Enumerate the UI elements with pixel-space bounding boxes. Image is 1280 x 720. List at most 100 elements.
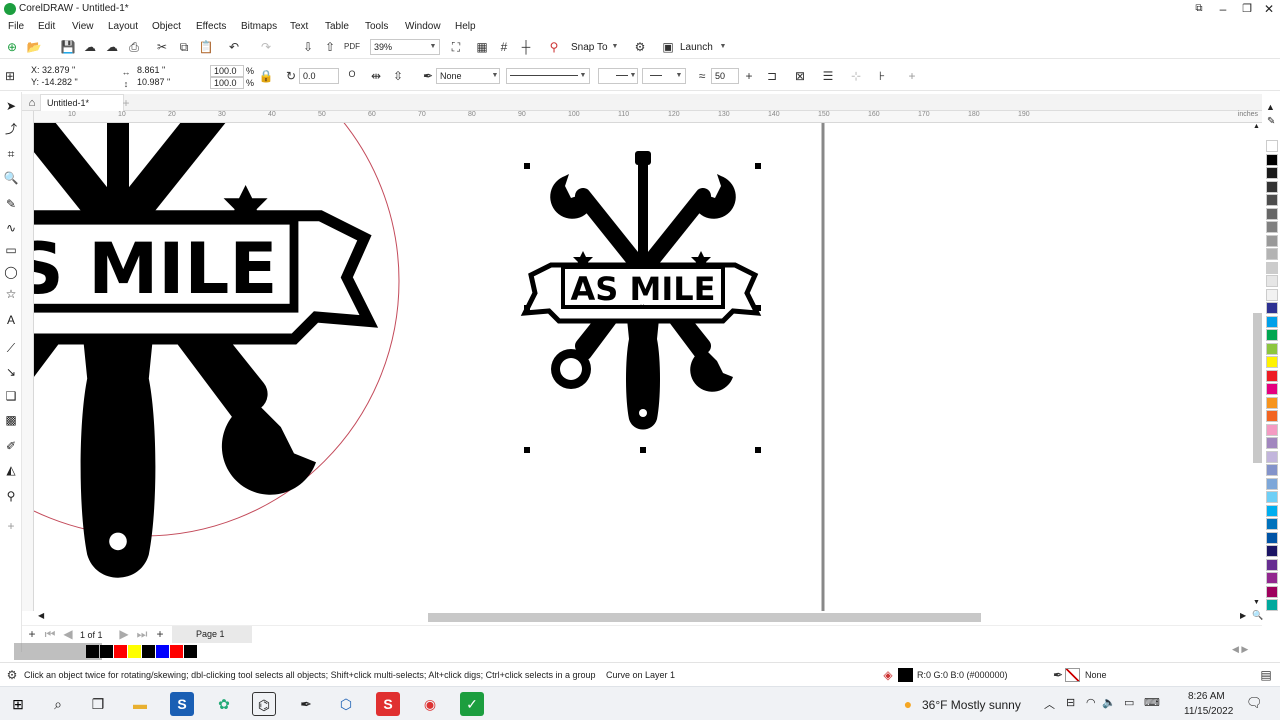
scale-width-field[interactable]: 100.0 bbox=[210, 65, 244, 77]
parallel-dimension-icon[interactable]: ⟋ bbox=[3, 340, 19, 356]
maximize-button[interactable]: ❐ bbox=[1236, 1, 1258, 17]
grid-icon[interactable]: # bbox=[496, 39, 512, 55]
rectangle-tool-icon[interactable]: ▭ bbox=[3, 242, 19, 258]
palette-swatch[interactable] bbox=[1266, 450, 1278, 463]
horizontal-scroll-thumb[interactable] bbox=[428, 613, 981, 622]
chevron-down-icon[interactable]: ▼ bbox=[490, 71, 500, 81]
minimize-button[interactable]: – bbox=[1212, 1, 1234, 17]
file-explorer-icon[interactable]: ▬ bbox=[128, 692, 152, 716]
menu-text[interactable]: Text bbox=[290, 21, 308, 32]
chevron-down-icon[interactable]: ▼ bbox=[428, 42, 438, 52]
document-palette-swatch[interactable] bbox=[86, 645, 99, 658]
palette-swatch[interactable] bbox=[1266, 140, 1278, 152]
palette-swatch[interactable] bbox=[1266, 369, 1278, 382]
rulers-icon[interactable]: ▦ bbox=[474, 39, 490, 55]
document-palette-swatch[interactable] bbox=[184, 645, 197, 658]
palette-swatch[interactable] bbox=[1266, 491, 1278, 503]
settings-gear-icon[interactable]: ⚙ bbox=[4, 667, 20, 683]
chevron-down-icon[interactable]: ▼ bbox=[578, 71, 588, 81]
document-palette-swatch[interactable] bbox=[170, 645, 183, 658]
new-document-icon[interactable]: ⊕ bbox=[4, 39, 20, 55]
palette-swatch[interactable] bbox=[1266, 545, 1278, 557]
palette-swatch[interactable] bbox=[1266, 167, 1278, 179]
snap-icon[interactable]: ⚲ bbox=[546, 39, 562, 55]
pdf-icon[interactable]: PDF bbox=[344, 39, 360, 55]
status-panel-icon[interactable]: ▤ bbox=[1258, 667, 1274, 683]
mirror-vertical-icon[interactable]: ⇳ bbox=[390, 68, 406, 84]
scroll-right-icon[interactable]: ▶ bbox=[1240, 611, 1246, 620]
fill-color-swatch[interactable] bbox=[898, 668, 913, 682]
menu-window[interactable]: Window bbox=[405, 21, 441, 32]
tray-battery-icon[interactable]: ▭ bbox=[1124, 696, 1134, 709]
document-palette-swatch[interactable] bbox=[128, 645, 141, 658]
vertical-ruler[interactable] bbox=[22, 111, 34, 611]
menu-layout[interactable]: Layout bbox=[108, 21, 138, 32]
zoom-icon[interactable]: 🔍 bbox=[1252, 610, 1263, 621]
menu-object[interactable]: Object bbox=[152, 21, 181, 32]
palette-swatch[interactable] bbox=[1266, 558, 1278, 571]
full-screen-icon[interactable]: ⛶ bbox=[448, 39, 464, 55]
cloud-upload-icon[interactable]: ☁ bbox=[104, 39, 120, 55]
tray-language-icon[interactable]: ⌨ bbox=[1144, 696, 1160, 709]
horizontal-scrollbar[interactable]: ◀ ▶ 🔍 bbox=[34, 610, 1264, 623]
text-tool-icon[interactable]: A bbox=[3, 312, 19, 328]
polygon-tool-icon[interactable]: ☆ bbox=[3, 286, 19, 302]
palette-swatch[interactable] bbox=[1266, 423, 1278, 436]
tray-network-icon[interactable]: ⊟ bbox=[1066, 696, 1075, 709]
vertical-scrollbar[interactable]: ▲ ▼ bbox=[1252, 123, 1263, 611]
large-logo-artwork[interactable] bbox=[34, 123, 400, 578]
palette-swatch[interactable] bbox=[1266, 221, 1278, 233]
palette-swatch[interactable] bbox=[1266, 315, 1278, 328]
palette-swatch[interactable] bbox=[1266, 275, 1278, 287]
transparency-icon[interactable]: ▩ bbox=[3, 412, 19, 428]
launch-label[interactable]: Launch bbox=[680, 42, 713, 53]
menu-tools[interactable]: Tools bbox=[365, 21, 388, 32]
palette-swatch[interactable] bbox=[1266, 518, 1278, 530]
guidelines-icon[interactable]: ┼ bbox=[518, 39, 534, 55]
object-origin-icon[interactable]: ⊞ bbox=[2, 68, 18, 84]
eyedropper-icon[interactable]: ✐ bbox=[3, 438, 19, 454]
palette-swatch[interactable] bbox=[1266, 572, 1278, 584]
menu-effects[interactable]: Effects bbox=[196, 21, 226, 32]
tray-wifi-icon[interactable]: ◠ bbox=[1086, 696, 1096, 709]
palette-swatch[interactable] bbox=[1266, 248, 1278, 260]
palette-swatch[interactable] bbox=[1266, 437, 1278, 449]
first-page-icon[interactable]: ⏮ bbox=[42, 626, 58, 642]
ellipse-tool-icon[interactable]: ◯ bbox=[3, 264, 19, 280]
menu-bitmaps[interactable]: Bitmaps bbox=[241, 21, 277, 32]
app-hex-icon[interactable]: ⬡ bbox=[334, 692, 358, 716]
previous-page-icon[interactable]: ◀ bbox=[60, 626, 76, 642]
connector-tool-icon[interactable]: ↘ bbox=[3, 364, 19, 380]
vertical-scroll-thumb[interactable] bbox=[1253, 313, 1262, 463]
y-position-field[interactable]: Y: -14.282 " bbox=[28, 77, 110, 89]
scale-height-field[interactable]: 100.0 bbox=[210, 77, 244, 89]
outline-color-swatch[interactable] bbox=[1065, 668, 1080, 682]
save-icon[interactable]: 💾 bbox=[60, 39, 76, 55]
text-wrap-icon[interactable]: ☰ bbox=[820, 68, 836, 84]
scroll-left-icon[interactable]: ◀ bbox=[38, 611, 44, 620]
chevron-down-icon[interactable]: ▼ bbox=[718, 42, 728, 52]
palette-swatch[interactable] bbox=[1266, 180, 1278, 193]
close-button[interactable]: ✕ bbox=[1258, 1, 1280, 17]
document-palette-swatch[interactable] bbox=[114, 645, 127, 658]
palette-swatch[interactable] bbox=[1266, 207, 1278, 220]
menu-view[interactable]: View bbox=[72, 21, 94, 32]
palette-swatch[interactable] bbox=[1266, 329, 1278, 341]
app-vector-icon[interactable]: ⌬ bbox=[252, 692, 276, 716]
app-s-icon[interactable]: S bbox=[170, 692, 194, 716]
import-icon[interactable]: ⇩ bbox=[300, 39, 316, 55]
rotate-icon[interactable]: ↻ bbox=[283, 68, 299, 84]
palette-swatch[interactable] bbox=[1266, 261, 1278, 274]
next-page-icon[interactable]: ▶ bbox=[116, 626, 132, 642]
redo-icon[interactable]: ↷ bbox=[258, 39, 274, 55]
task-view-icon[interactable]: ❐ bbox=[86, 692, 110, 716]
app-red-s-icon[interactable]: S bbox=[376, 692, 400, 716]
last-page-icon[interactable]: ⏭ bbox=[134, 626, 150, 642]
undo-icon[interactable]: ↶ bbox=[226, 39, 242, 55]
scroll-up-icon[interactable]: ▲ bbox=[1253, 123, 1260, 130]
palette-swatch[interactable] bbox=[1266, 464, 1278, 476]
document-palette-swatch[interactable] bbox=[142, 645, 155, 658]
add-page-icon[interactable]: + bbox=[24, 626, 40, 642]
taskbar-date[interactable]: 11/15/2022 bbox=[1184, 706, 1233, 717]
app-pen-icon[interactable]: ✒ bbox=[294, 692, 318, 716]
